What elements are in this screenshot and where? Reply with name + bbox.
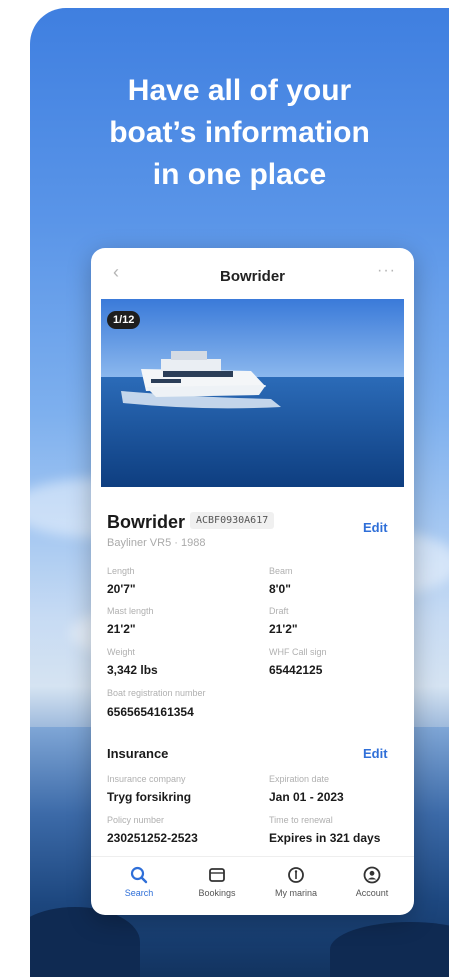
search-icon [104, 865, 174, 885]
more-horizontal-icon[interactable]: ··· [377, 262, 396, 280]
nav-account[interactable]: Account [337, 865, 407, 898]
phone-screen: ‹ Bowrider ··· 1/12 Bowrider ACBF0930A61… [91, 248, 414, 915]
photo-counter: 1/12 [107, 311, 141, 329]
beam-value: 8'0" [269, 582, 291, 596]
draft-value: 21'2" [269, 622, 298, 636]
nav-search-label: Search [124, 888, 154, 898]
boat-code-badge: ACBF0930A617 [190, 512, 275, 529]
nav-my-marina-label: My marina [274, 888, 317, 898]
bottom-nav: Search Bookings My marina Account [91, 856, 414, 915]
insurance-heading: Insurance [107, 746, 169, 761]
weight-value: 3,342 lbs [107, 663, 158, 677]
headline-line-1: Have all of your [127, 74, 352, 107]
headline-line-2: boat’s information [109, 116, 370, 149]
length-value: 20'7" [107, 582, 136, 596]
registration-number-label: Boat registration number [107, 688, 206, 698]
headline: Have all of your boat’s information in o… [30, 70, 449, 196]
weight-label: Weight [107, 647, 135, 657]
mast-length-label: Mast length [107, 606, 154, 616]
registration-number-value: 6565654161354 [107, 705, 194, 719]
length-label: Length [107, 566, 135, 576]
draft-label: Draft [269, 606, 289, 616]
insurance-company-label: Insurance company [107, 774, 186, 784]
beam-label: Beam [269, 566, 293, 576]
insurance-company-value: Tryg forsikring [107, 790, 192, 804]
edit-insurance-button[interactable]: Edit [363, 746, 388, 761]
account-icon [337, 865, 407, 885]
boat-image [101, 299, 404, 487]
policy-number-value: 230251252-2523 [107, 831, 198, 845]
boat-photo[interactable]: 1/12 [101, 299, 404, 487]
policy-number-label: Policy number [107, 815, 165, 825]
bookings-icon [182, 865, 252, 885]
boat-model: Bayliner VR5 · 1988 [107, 537, 206, 549]
boat-name: Bowrider [107, 512, 186, 532]
nav-my-marina[interactable]: My marina [261, 865, 331, 898]
whf-call-sign-value: 65442125 [269, 663, 323, 677]
marina-icon [261, 865, 331, 885]
page-title: Bowrider [219, 268, 285, 285]
nav-account-label: Account [355, 888, 389, 898]
time-to-renewal-label: Time to renewal [269, 815, 333, 825]
top-bar: ‹ Bowrider ··· [91, 248, 414, 298]
headline-line-3: in one place [152, 158, 327, 191]
expiration-date-label: Expiration date [269, 774, 330, 784]
whf-call-sign-label: WHF Call sign [269, 647, 327, 657]
nav-bookings[interactable]: Bookings [182, 865, 252, 898]
mast-length-value: 21'2" [107, 622, 136, 636]
expiration-date-value: Jan 01 - 2023 [269, 790, 344, 804]
nav-search[interactable]: Search [104, 865, 174, 898]
edit-boat-button[interactable]: Edit [363, 520, 388, 535]
nav-bookings-label: Bookings [198, 888, 236, 898]
time-to-renewal-value: Expires in 321 days [269, 831, 381, 845]
